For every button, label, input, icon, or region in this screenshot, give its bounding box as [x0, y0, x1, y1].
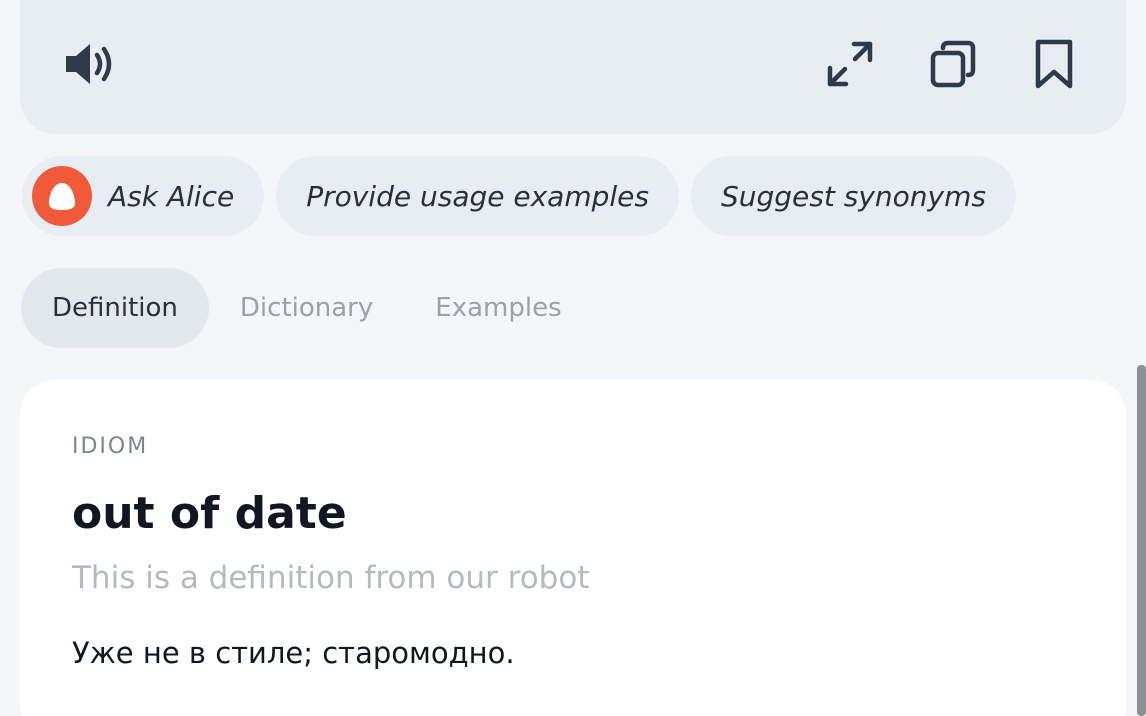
- definition-text: Уже не в стиле; старомодно.: [72, 636, 515, 670]
- copy-button[interactable]: [925, 36, 981, 92]
- suggest-synonyms-label: Suggest synonyms: [720, 179, 986, 213]
- ask-alice-label: Ask Alice: [108, 179, 235, 213]
- tab-examples[interactable]: Examples: [404, 268, 592, 348]
- speaker-icon: [64, 41, 118, 87]
- suggest-synonyms-chip[interactable]: Suggest synonyms: [690, 156, 1016, 236]
- usage-examples-label: Provide usage examples: [306, 179, 649, 213]
- headword: out of date: [72, 488, 347, 539]
- robot-definition-note: This is a definition from our robot: [72, 560, 590, 596]
- bookmark-icon: [1032, 37, 1076, 91]
- speaker-button[interactable]: [63, 36, 119, 92]
- part-of-speech: IDIOM: [72, 434, 149, 459]
- ask-alice-chip[interactable]: Ask Alice: [22, 156, 265, 236]
- result-tabs: Definition Dictionary Examples: [21, 268, 593, 348]
- tab-definition[interactable]: Definition: [21, 268, 209, 348]
- scrollbar[interactable]: [1137, 365, 1146, 716]
- alice-logo-icon: [32, 166, 92, 226]
- suggestion-chips: Ask Alice Provide usage examples Suggest…: [22, 156, 1016, 236]
- expand-button[interactable]: [822, 36, 878, 92]
- expand-icon: [825, 39, 875, 89]
- definition-card: IDIOM out of date This is a definition f…: [20, 380, 1126, 716]
- bookmark-button[interactable]: [1026, 36, 1082, 92]
- translator-page: Ask Alice Provide usage examples Suggest…: [0, 0, 1146, 716]
- tab-dictionary[interactable]: Dictionary: [209, 268, 404, 348]
- usage-examples-chip[interactable]: Provide usage examples: [276, 156, 679, 236]
- copy-icon: [928, 39, 978, 89]
